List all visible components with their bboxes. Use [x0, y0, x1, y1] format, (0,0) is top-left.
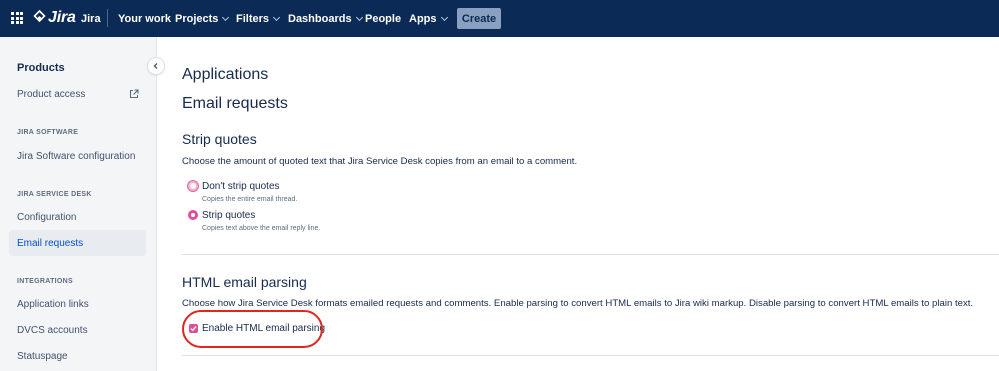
top-navigation-bar: Jira Jira Your work Projects Filters Das…: [0, 0, 999, 37]
nav-divider: [107, 9, 108, 27]
nav-filters[interactable]: Filters: [236, 0, 281, 37]
sidebar-section-jira-software: JIRA SOFTWARE: [17, 129, 79, 136]
sidebar-section-integrations: INTEGRATIONS: [17, 278, 73, 285]
nav-projects[interactable]: Projects: [175, 0, 230, 37]
html-email-parsing-description: Choose how Jira Service Desk formats ema…: [182, 298, 974, 309]
sidebar-item-label: Statuspage: [17, 350, 68, 362]
radio-dont-strip-quotes[interactable]: [188, 181, 198, 191]
option-strip-quotes-label[interactable]: Strip quotes: [202, 210, 255, 221]
nav-people-label: People: [365, 12, 402, 25]
sidebar-item-label: Jira Software configuration: [17, 150, 136, 162]
nav-dashboards[interactable]: Dashboards: [288, 0, 363, 37]
nav-dashboards-label: Dashboards: [288, 12, 352, 25]
nav-apps-label: Apps: [409, 12, 437, 25]
sidebar-item-jira-software-configuration[interactable]: Jira Software configuration: [9, 143, 146, 169]
nav-projects-label: Projects: [175, 12, 219, 25]
app-switcher-icon[interactable]: [11, 12, 23, 24]
sidebar-section-jira-service-desk: JIRA SERVICE DESK: [17, 191, 92, 198]
sidebar-item-product-access[interactable]: Product access: [9, 81, 146, 107]
sidebar-item-label: Product access: [17, 88, 86, 100]
sidebar-item-email-requests[interactable]: Email requests: [9, 230, 146, 256]
sidebar-item-configuration[interactable]: Configuration: [9, 204, 146, 230]
chevron-left-icon: [153, 63, 158, 69]
enable-html-parsing-label[interactable]: Enable HTML email parsing: [202, 323, 325, 334]
nav-your-work[interactable]: Your work: [118, 0, 171, 37]
radio-strip-quotes[interactable]: [188, 210, 198, 220]
strip-quotes-heading: Strip quotes: [182, 131, 257, 147]
create-button[interactable]: Create: [457, 8, 501, 29]
nav-jira[interactable]: Jira: [81, 0, 101, 37]
sidebar-heading-products: Products: [17, 62, 65, 74]
nav-jira-label: Jira: [81, 12, 101, 25]
nav-filters-label: Filters: [236, 12, 270, 25]
jira-logo[interactable]: Jira: [33, 9, 76, 27]
sidebar-item-application-links[interactable]: Application links: [9, 291, 146, 317]
external-link-icon: [129, 89, 139, 99]
chevron-down-icon: [440, 13, 448, 21]
section-divider: [182, 355, 999, 356]
option-dont-strip-quotes-help: Copies the entire email thread.: [202, 196, 298, 203]
sidebar-item-statuspage[interactable]: Statuspage: [9, 343, 146, 369]
html-email-parsing-heading: HTML email parsing: [182, 274, 307, 290]
checkmark-icon: [190, 326, 197, 332]
nav-your-work-label: Your work: [118, 12, 171, 25]
option-strip-quotes-help: Copies text above the email reply line.: [202, 225, 321, 232]
section-divider: [182, 254, 999, 255]
sidebar-item-label: Application links: [17, 298, 89, 310]
admin-sidebar: Products Product access JIRA SOFTWARE Ji…: [0, 37, 157, 371]
collapse-sidebar-button[interactable]: [147, 57, 165, 75]
jira-logo-text: Jira: [48, 9, 76, 26]
jira-logo-icon: [33, 10, 46, 23]
sidebar-item-label: Email requests: [17, 237, 84, 249]
chevron-down-icon: [222, 13, 230, 21]
page-title-applications: Applications: [182, 66, 269, 83]
sidebar-item-dvcs-accounts[interactable]: DVCS accounts: [9, 317, 146, 343]
page-title-email-requests: Email requests: [182, 95, 288, 112]
chevron-down-icon: [272, 13, 281, 21]
sidebar-item-label: DVCS accounts: [17, 324, 88, 336]
strip-quotes-description: Choose the amount of quoted text that Ji…: [182, 156, 578, 167]
nav-people[interactable]: People: [365, 0, 401, 37]
chevron-down-icon: [355, 13, 363, 21]
option-dont-strip-quotes-label[interactable]: Don't strip quotes: [202, 181, 280, 192]
enable-html-parsing-checkbox[interactable]: [189, 324, 198, 333]
sidebar-item-label: Configuration: [17, 211, 77, 223]
main-content: Applications Email requests Strip quotes…: [182, 37, 999, 371]
nav-apps[interactable]: Apps: [409, 0, 448, 37]
